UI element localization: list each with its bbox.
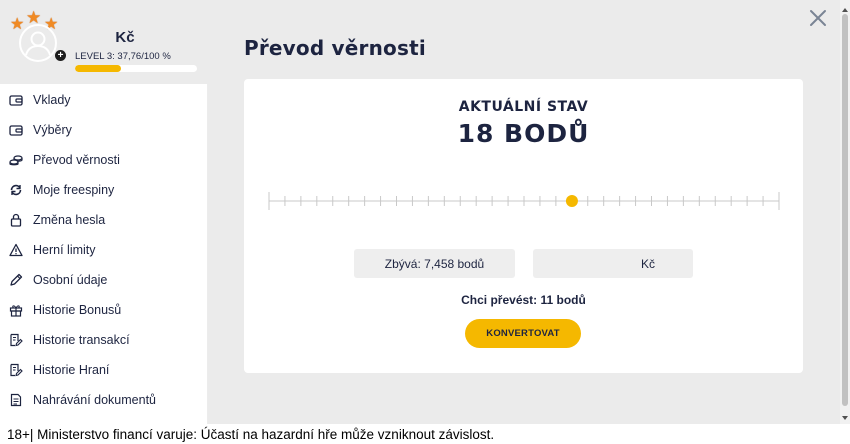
gift-icon (9, 303, 23, 317)
currency-label: Kč (115, 29, 135, 46)
slider-thumb (565, 195, 578, 207)
sidebar-item-historie-hrani[interactable]: Historie Hraní (0, 355, 208, 385)
points-slider[interactable] (268, 189, 780, 213)
add-avatar-icon[interactable]: + (55, 50, 66, 61)
sidebar-item-label: Herní limity (33, 243, 96, 257)
sidebar-item-osobni-udaje[interactable]: Osobní údaje (0, 265, 208, 295)
close-icon[interactable] (808, 8, 828, 28)
document-edit-icon (9, 363, 23, 377)
sidebar-item-label: Nahrávání dokumentů (33, 393, 156, 407)
sidebar: ★ ★ ★ + Kč LEVEL 3: 37,76/100 % Vklady V… (0, 0, 208, 424)
wallet-out-icon (9, 123, 23, 137)
sidebar-item-label: Historie Bonusů (33, 303, 122, 317)
scroll-thumb[interactable] (842, 14, 848, 406)
status-value: 18 BODŮ (457, 119, 590, 148)
scrollbar[interactable] (840, 0, 850, 424)
sidebar-item-label: Výběry (33, 123, 72, 137)
amount-input[interactable] (533, 249, 693, 278)
sidebar-item-vklady[interactable]: Vklady (0, 85, 208, 115)
wallet-icon (9, 93, 23, 107)
sidebar-item-label: Převod věrnosti (33, 153, 120, 167)
sidebar-item-prevod-vernosti[interactable]: Převod věrnosti (0, 145, 208, 175)
transfer-text: Chci převést: 11 bodů (461, 293, 586, 307)
sidebar-item-herni-limity[interactable]: Herní limity (0, 235, 208, 265)
sidebar-item-label: Změna hesla (33, 213, 106, 227)
coins-icon (9, 153, 23, 167)
convert-button[interactable]: KONVERTOVAT (465, 319, 581, 348)
sidebar-item-label: Osobní údaje (33, 273, 108, 287)
avatar[interactable] (18, 23, 58, 63)
level-progress-bar (75, 65, 197, 72)
sidebar-item-nahravani-dokumentu[interactable]: Nahrávání dokumentů (0, 385, 208, 415)
sidebar-item-historie-bonusu[interactable]: Historie Bonusů (0, 295, 208, 325)
warning-icon (9, 243, 23, 257)
lock-icon (9, 213, 23, 227)
sidebar-item-label: Historie Hraní (33, 363, 110, 377)
remaining-points-field: Zbývá: 7,458 bodů (354, 249, 515, 278)
refresh-icon (9, 183, 23, 197)
sidebar-item-vybery[interactable]: Výběry (0, 115, 208, 145)
document-edit-icon (9, 333, 23, 347)
scroll-up-icon[interactable] (840, 2, 850, 12)
page-title: Převod věrnosti (244, 36, 426, 60)
amount-unit: Kč (640, 257, 655, 271)
amount-field[interactable]: Kč (533, 249, 693, 278)
remaining-points-text: Zbývá: 7,458 bodů (384, 256, 485, 271)
level-progress-fill (75, 65, 122, 72)
profile-panel: ★ ★ ★ + Kč LEVEL 3: 37,76/100 % (0, 0, 208, 84)
document-icon (9, 393, 23, 407)
sidebar-item-label: Historie transakcí (33, 333, 130, 347)
sidebar-item-label: Moje freespiny (33, 183, 115, 197)
sidebar-item-moje-freespiny[interactable]: Moje freespiny (0, 175, 208, 205)
sidebar-item-zmena-hesla[interactable]: Změna hesla (0, 205, 208, 235)
sidebar-menu: Vklady Výběry Převod věrnosti Moje frees… (0, 85, 208, 415)
loyalty-card: AKTUÁLNÍ STAV 18 BODŮ Zbývá: 7,458 bodů … (244, 79, 803, 373)
scroll-down-icon[interactable] (840, 410, 850, 420)
gambling-warning-footer: 18+| Ministerstvo financí varuje: Účastí… (0, 424, 850, 444)
status-label: AKTUÁLNÍ STAV (458, 99, 589, 115)
sidebar-item-historie-transakci[interactable]: Historie transakcí (0, 325, 208, 355)
level-text: LEVEL 3: 37,76/100 % (75, 51, 171, 62)
sidebar-item-label: Vklady (33, 93, 71, 107)
pencil-icon (9, 273, 23, 287)
